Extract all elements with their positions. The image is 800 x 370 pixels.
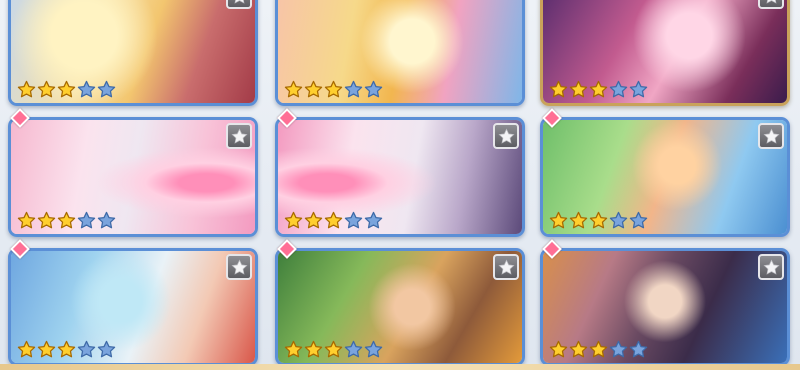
star-filled-icon	[589, 80, 608, 98]
star-empty-icon	[629, 80, 648, 98]
rank-icon	[758, 0, 784, 9]
character-card-5[interactable]	[275, 117, 525, 237]
rank-icon	[758, 123, 784, 149]
star-empty-icon	[609, 211, 628, 229]
star-empty-icon	[344, 211, 363, 229]
star-filled-icon	[589, 211, 608, 229]
star-filled-icon	[17, 340, 36, 358]
star-empty-icon	[97, 80, 116, 98]
star-badge-icon	[230, 258, 248, 275]
star-filled-icon	[324, 211, 343, 229]
star-rating	[17, 211, 116, 230]
character-card-1[interactable]	[8, 0, 258, 106]
character-card-grid	[0, 0, 800, 370]
character-card-7[interactable]	[8, 248, 258, 366]
star-rating	[17, 340, 116, 359]
star-filled-icon	[569, 80, 588, 98]
star-empty-icon	[609, 340, 628, 358]
star-badge-icon	[497, 258, 515, 275]
star-badge-icon	[762, 258, 780, 275]
bottom-frame-edge	[0, 364, 800, 370]
star-filled-icon	[57, 340, 76, 358]
star-empty-icon	[344, 340, 363, 358]
star-empty-icon	[364, 340, 383, 358]
star-badge-icon	[766, 0, 776, 4]
star-empty-icon	[344, 80, 363, 98]
star-filled-icon	[17, 80, 36, 98]
star-badge-icon	[234, 0, 244, 4]
star-badge-icon	[497, 127, 515, 144]
star-empty-icon	[364, 211, 383, 229]
character-card-2[interactable]	[275, 0, 525, 106]
star-badge-icon	[230, 127, 248, 144]
star-rating	[549, 211, 648, 230]
star-filled-icon	[304, 340, 323, 358]
star-rating	[284, 211, 383, 230]
rank-icon	[226, 0, 252, 9]
star-filled-icon	[57, 211, 76, 229]
star-filled-icon	[284, 211, 303, 229]
star-filled-icon	[37, 80, 56, 98]
star-badge-icon	[762, 127, 780, 144]
star-filled-icon	[37, 340, 56, 358]
character-card-3[interactable]	[540, 0, 790, 106]
star-rating	[549, 340, 648, 359]
star-filled-icon	[589, 340, 608, 358]
star-empty-icon	[77, 340, 96, 358]
star-rating	[17, 80, 116, 99]
rank-icon	[758, 254, 784, 280]
star-empty-icon	[77, 211, 96, 229]
star-filled-icon	[284, 80, 303, 98]
star-filled-icon	[324, 340, 343, 358]
star-rating	[284, 80, 383, 99]
star-filled-icon	[37, 211, 56, 229]
star-empty-icon	[77, 80, 96, 98]
star-filled-icon	[569, 211, 588, 229]
star-filled-icon	[569, 340, 588, 358]
star-filled-icon	[549, 80, 568, 98]
character-card-6[interactable]	[540, 117, 790, 237]
character-card-4[interactable]	[8, 117, 258, 237]
character-card-8[interactable]	[275, 248, 525, 366]
character-card-9[interactable]	[540, 248, 790, 366]
star-empty-icon	[364, 80, 383, 98]
star-filled-icon	[304, 80, 323, 98]
star-rating	[549, 80, 648, 99]
rank-icon	[226, 123, 252, 149]
rank-icon	[493, 123, 519, 149]
rank-icon	[493, 254, 519, 280]
star-rating	[284, 340, 383, 359]
star-empty-icon	[629, 211, 648, 229]
star-empty-icon	[97, 340, 116, 358]
star-filled-icon	[57, 80, 76, 98]
star-filled-icon	[284, 340, 303, 358]
star-empty-icon	[629, 340, 648, 358]
star-filled-icon	[549, 211, 568, 229]
star-empty-icon	[97, 211, 116, 229]
star-filled-icon	[549, 340, 568, 358]
star-filled-icon	[324, 80, 343, 98]
star-filled-icon	[304, 211, 323, 229]
star-filled-icon	[17, 211, 36, 229]
star-empty-icon	[609, 80, 628, 98]
rank-icon	[226, 254, 252, 280]
